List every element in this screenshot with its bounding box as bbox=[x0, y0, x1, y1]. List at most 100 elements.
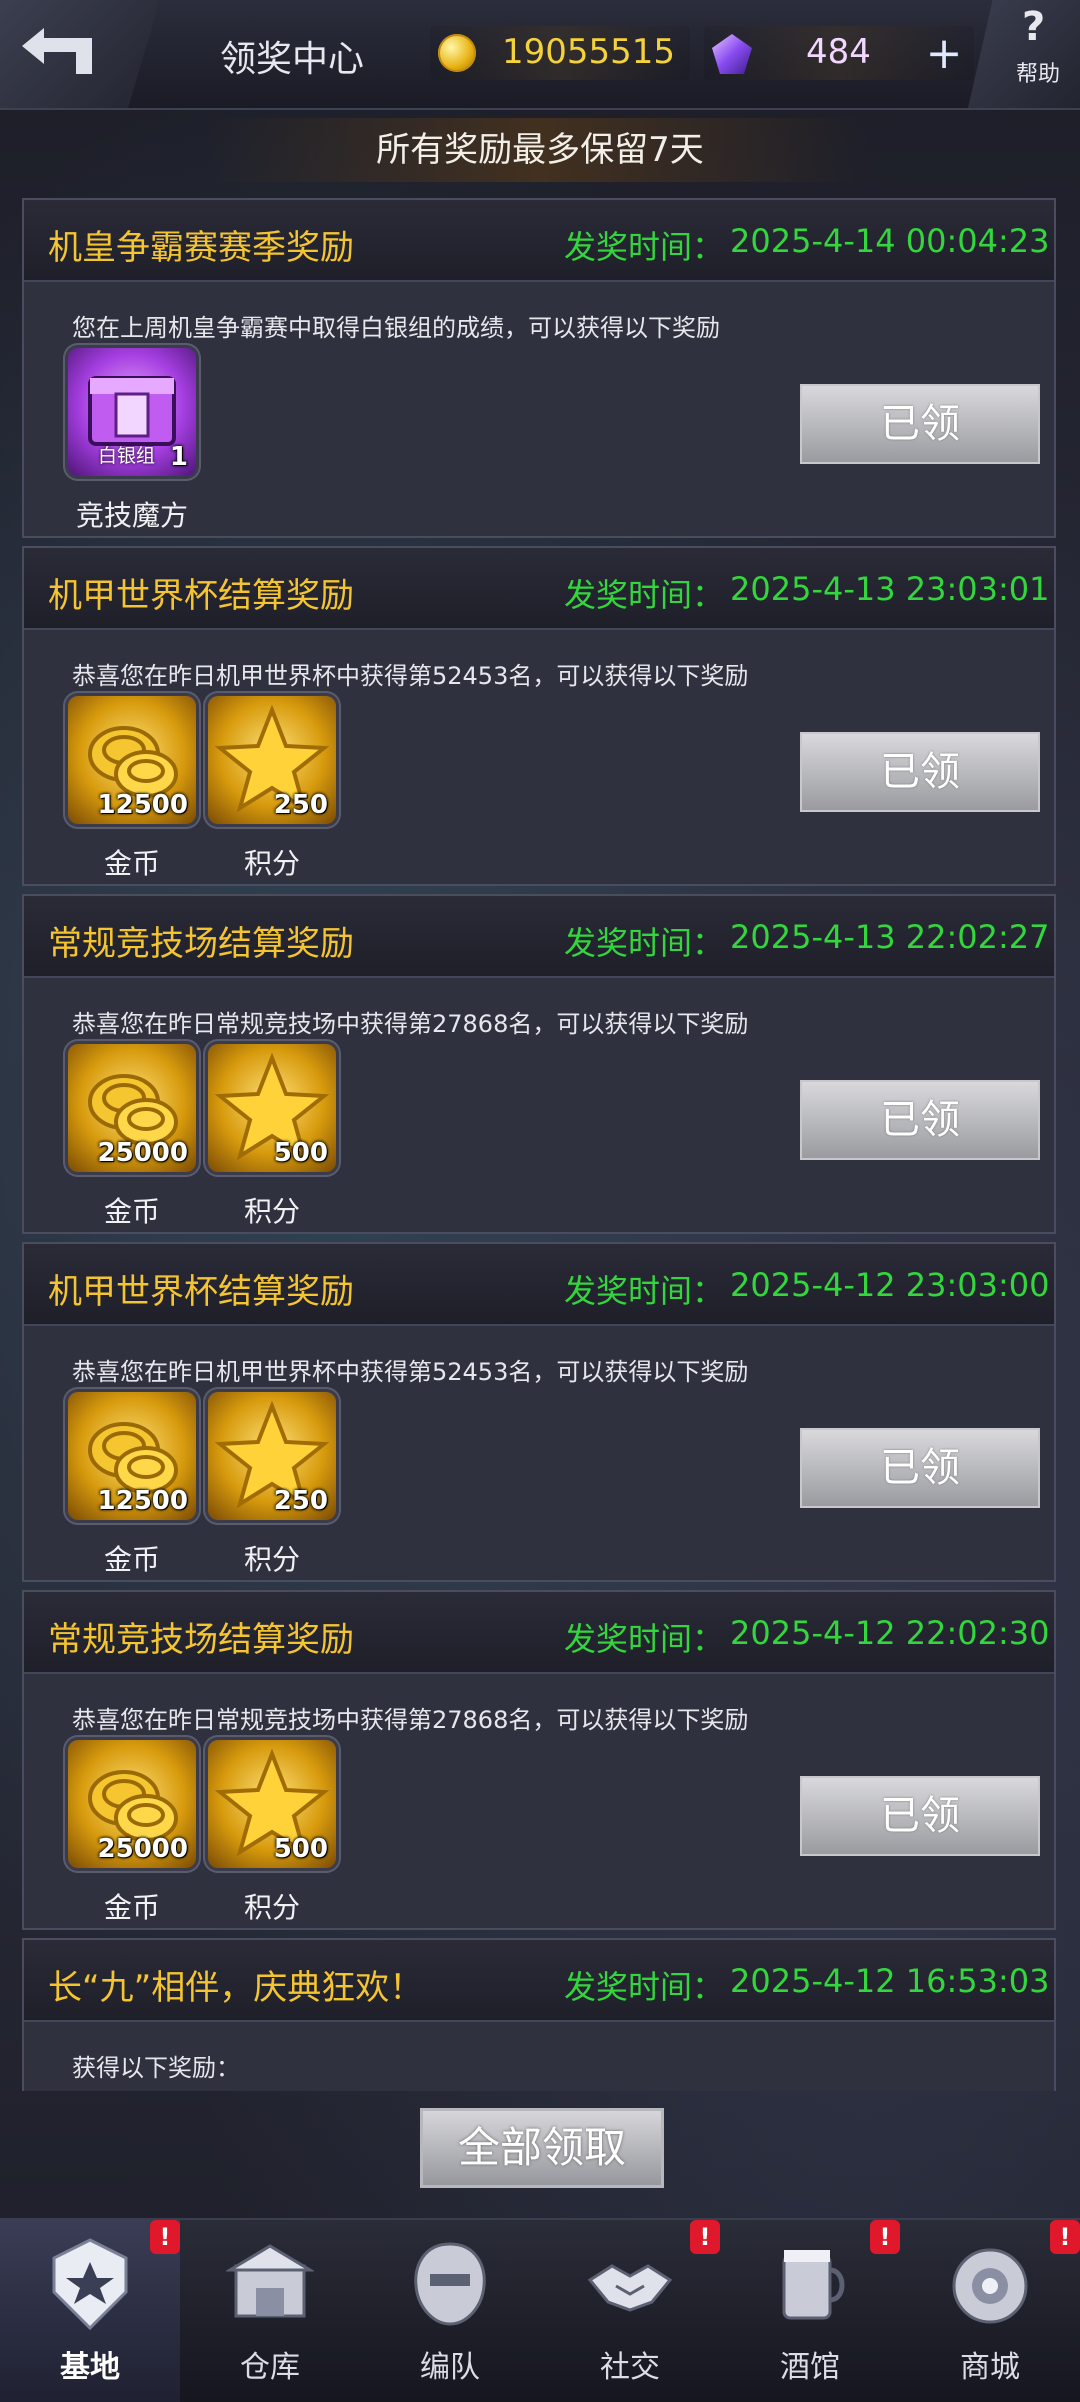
reward-description: 恭喜您在昨日常规竞技场中获得第27868名，可以获得以下奖励 bbox=[72, 1706, 749, 1734]
nav-item-shop[interactable]: 商城! bbox=[900, 2220, 1080, 2402]
item-quantity: 250 bbox=[273, 1486, 328, 1516]
award-time: 2025-4-13 22:02:27 bbox=[730, 918, 1050, 956]
award-time-label: 发奖时间： bbox=[564, 1620, 725, 1658]
alert-badge: ! bbox=[690, 2220, 720, 2254]
alert-badge: ! bbox=[870, 2220, 900, 2254]
back-button[interactable] bbox=[0, 0, 160, 108]
nav-label: 酒馆 bbox=[780, 2350, 840, 2385]
item-quantity: 500 bbox=[273, 1138, 328, 1168]
reward-card-header: 机皇争霸赛赛季奖励 发奖时间： 2025-4-14 00:04:23 bbox=[24, 200, 1054, 282]
item-name: 竞技魔方 bbox=[75, 499, 188, 532]
reward-card: 长“九”相伴，庆典狂欢！ 发奖时间： 2025-4-12 16:53:03 获得以下奖… bbox=[22, 1938, 1056, 2091]
nav-label: 社交 bbox=[600, 2350, 660, 2385]
reward-description: 您在上周机皇争霸赛中取得白银组的成绩，可以获得以下奖励 bbox=[72, 314, 720, 342]
nav-item-tavern[interactable]: 酒馆! bbox=[720, 2220, 900, 2402]
arena-cube-reward[interactable]: 白银组 1 bbox=[68, 348, 196, 476]
award-time-label: 发奖时间： bbox=[564, 228, 725, 266]
item-name: 金币 bbox=[103, 847, 160, 880]
page-title: 领奖中心 bbox=[220, 39, 365, 80]
reward-card-header: 机甲世界杯结算奖励 发奖时间： 2025-4-13 23:03:01 bbox=[24, 548, 1054, 630]
help-button[interactable]: ? 帮助 bbox=[968, 0, 1080, 108]
reward-description: 恭喜您在昨日机甲世界杯中获得第52453名，可以获得以下奖励 bbox=[72, 662, 749, 690]
base-icon bbox=[46, 2236, 134, 2332]
nav-label: 编队 bbox=[420, 2350, 480, 2385]
award-time: 2025-4-14 00:04:23 bbox=[730, 222, 1050, 260]
gold-coin-reward[interactable]: 12500 bbox=[68, 1392, 196, 1520]
item-name: 积分 bbox=[243, 1195, 300, 1228]
award-time-label: 发奖时间： bbox=[564, 1272, 725, 1310]
reward-card: 机皇争霸赛赛季奖励 发奖时间： 2025-4-14 00:04:23 您在上周机皇争霸… bbox=[22, 198, 1056, 538]
award-time-label: 发奖时间： bbox=[564, 1968, 725, 2006]
item-quantity: 12500 bbox=[97, 790, 188, 820]
award-time: 2025-4-12 16:53:03 bbox=[730, 1962, 1050, 2000]
reward-description: 恭喜您在昨日机甲世界杯中获得第52453名，可以获得以下奖励 bbox=[72, 1358, 749, 1386]
claimed-button[interactable]: 已领 bbox=[800, 732, 1040, 812]
award-time-label: 发奖时间： bbox=[564, 924, 725, 962]
reward-card: 常规竞技场结算奖励 发奖时间： 2025-4-12 22:02:30 恭喜您在昨日常规… bbox=[22, 1590, 1056, 1930]
item-name: 金币 bbox=[103, 1195, 160, 1228]
back-arrow-icon bbox=[22, 28, 92, 74]
claim-all-button[interactable]: 全部领取 bbox=[420, 2108, 664, 2188]
item-quantity: 25000 bbox=[97, 1138, 188, 1168]
help-label: 帮助 bbox=[1016, 62, 1061, 87]
add-gems-button[interactable]: + bbox=[918, 28, 970, 80]
retention-notice: 所有奖励最多保留7天 bbox=[210, 118, 870, 182]
points-reward[interactable]: 500 bbox=[208, 1044, 336, 1172]
reward-card: 常规竞技场结算奖励 发奖时间： 2025-4-13 22:02:27 恭喜您在昨日常规… bbox=[22, 894, 1056, 1234]
tavern-icon bbox=[766, 2236, 854, 2332]
reward-list[interactable]: 机皇争霸赛赛季奖励 发奖时间： 2025-4-14 00:04:23 您在上周机皇争霸… bbox=[0, 198, 1080, 2091]
item-quantity: 500 bbox=[273, 1834, 328, 1864]
claimed-button[interactable]: 已领 bbox=[800, 1776, 1040, 1856]
reward-title: 机甲世界杯结算奖励 bbox=[48, 576, 354, 616]
item-name: 积分 bbox=[243, 1891, 300, 1924]
points-reward[interactable]: 500 bbox=[208, 1740, 336, 1868]
award-time: 2025-4-12 22:02:30 bbox=[730, 1614, 1050, 1652]
reward-card: 机甲世界杯结算奖励 发奖时间： 2025-4-12 23:03:00 恭喜您在昨日机甲… bbox=[22, 1242, 1056, 1582]
reward-description: 获得以下奖励： bbox=[72, 2054, 240, 2082]
gold-coin-icon bbox=[438, 34, 476, 72]
reward-card-header: 常规竞技场结算奖励 发奖时间： 2025-4-13 22:02:27 bbox=[24, 896, 1054, 978]
formation-icon bbox=[406, 2236, 494, 2332]
gem-balance: 484 bbox=[806, 32, 871, 72]
reward-title: 机甲世界杯结算奖励 bbox=[48, 1272, 354, 1312]
nav-item-base[interactable]: 基地! bbox=[0, 2220, 180, 2402]
claimed-button[interactable]: 已领 bbox=[800, 1080, 1040, 1160]
item-quantity: 12500 bbox=[97, 1486, 188, 1516]
item-name: 积分 bbox=[243, 1543, 300, 1576]
nav-item-warehouse[interactable]: 仓库 bbox=[180, 2220, 360, 2402]
points-reward[interactable]: 250 bbox=[208, 1392, 336, 1520]
alert-badge: ! bbox=[1050, 2220, 1080, 2254]
item-quantity: 250 bbox=[273, 790, 328, 820]
question-icon: ? bbox=[1022, 4, 1046, 50]
tier-tag: 白银组 bbox=[98, 445, 156, 467]
reward-title: 常规竞技场结算奖励 bbox=[48, 1620, 354, 1660]
reward-title: 长“九”相伴，庆典狂欢！ bbox=[48, 1968, 424, 2008]
reward-card: 机甲世界杯结算奖励 发奖时间： 2025-4-13 23:03:01 恭喜您在昨日机甲… bbox=[22, 546, 1056, 886]
points-reward[interactable]: 250 bbox=[208, 696, 336, 824]
reward-description: 恭喜您在昨日常规竞技场中获得第27868名，可以获得以下奖励 bbox=[72, 1010, 749, 1038]
nav-label: 仓库 bbox=[240, 2350, 300, 2385]
gold-coin-reward[interactable]: 25000 bbox=[68, 1740, 196, 1868]
nav-label: 基地 bbox=[60, 2350, 120, 2385]
item-name: 金币 bbox=[103, 1891, 160, 1924]
nav-item-handshake[interactable]: 社交! bbox=[540, 2220, 720, 2402]
nav-item-formation[interactable]: 编队 bbox=[360, 2220, 540, 2402]
reward-title: 机皇争霸赛赛季奖励 bbox=[48, 228, 354, 268]
handshake-icon bbox=[586, 2236, 674, 2332]
warehouse-icon bbox=[224, 2236, 316, 2332]
award-time: 2025-4-12 23:03:00 bbox=[730, 1266, 1050, 1304]
bottom-nav: 基地! 仓库 编队 社交! 酒馆! 商城! bbox=[0, 2218, 1080, 2402]
top-bar: 领奖中心 19055515 484 + ? 帮助 bbox=[0, 0, 1080, 110]
item-quantity: 1 bbox=[169, 442, 188, 472]
nav-label: 商城 bbox=[960, 2350, 1020, 2385]
claimed-button[interactable]: 已领 bbox=[800, 1428, 1040, 1508]
reward-card-header: 机甲世界杯结算奖励 发奖时间： 2025-4-12 23:03:00 bbox=[24, 1244, 1054, 1326]
item-name: 积分 bbox=[243, 847, 300, 880]
gold-coin-reward[interactable]: 25000 bbox=[68, 1044, 196, 1172]
item-name: 金币 bbox=[103, 1543, 160, 1576]
reward-card-header: 长“九”相伴，庆典狂欢！ 发奖时间： 2025-4-12 16:53:03 bbox=[24, 1940, 1054, 2022]
gold-coin-reward[interactable]: 12500 bbox=[68, 696, 196, 824]
award-time-label: 发奖时间： bbox=[564, 576, 725, 614]
alert-badge: ! bbox=[150, 2220, 180, 2254]
claimed-button[interactable]: 已领 bbox=[800, 384, 1040, 464]
